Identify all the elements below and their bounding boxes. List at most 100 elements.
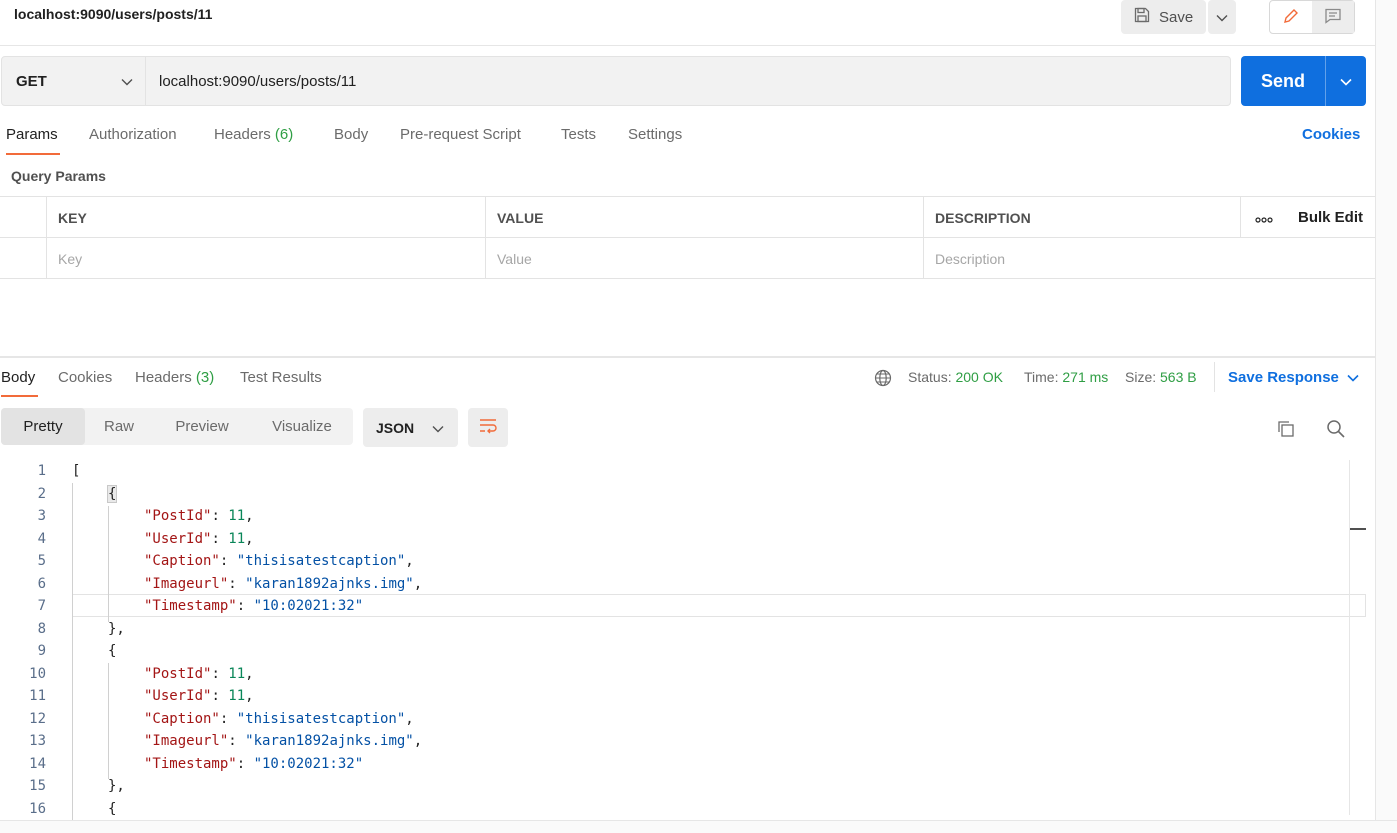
code-token: : [228, 733, 246, 750]
tab-settings[interactable]: Settings [628, 126, 682, 143]
time-indicator[interactable]: Time: 271 ms [1024, 369, 1108, 385]
tab-body[interactable]: Body [334, 126, 368, 143]
time-label: Time: [1024, 369, 1059, 385]
view-raw[interactable]: Raw [85, 408, 153, 445]
bulk-edit-button[interactable]: Bulk Edit [1287, 197, 1375, 238]
code-token: , [405, 553, 414, 570]
search-icon[interactable] [1326, 419, 1346, 442]
send-options-button[interactable] [1326, 56, 1366, 106]
floppy-disk-icon [1133, 6, 1151, 28]
code-token: [ [72, 463, 81, 480]
line-number: 6 [37, 575, 46, 592]
save-options-button[interactable] [1208, 0, 1236, 34]
code-token: : [211, 508, 229, 525]
response-tab-headers-label: Headers [135, 369, 192, 386]
editor-scrollbar[interactable] [1349, 460, 1366, 815]
response-tab-cookies[interactable]: Cookies [58, 369, 112, 386]
description-input[interactable]: Description [923, 238, 1375, 279]
code-token: : [219, 710, 237, 727]
column-value: VALUE [485, 197, 923, 238]
code-token: { [106, 484, 118, 503]
status-bar [0, 820, 1397, 833]
code-token: : [228, 575, 246, 592]
tab-authorization[interactable]: Authorization [89, 126, 177, 143]
json-value: 11 [228, 508, 246, 525]
code-token: , [245, 665, 254, 682]
url-input[interactable]: localhost:9090/users/posts/11 [146, 56, 1231, 106]
method-value: GET [16, 72, 47, 90]
value-input[interactable]: Value [485, 238, 923, 279]
code-token: , [413, 575, 423, 592]
code-token: : [236, 598, 254, 615]
right-sidebar-edge [1375, 0, 1397, 833]
json-value: "thisisatestcaption" [236, 553, 406, 570]
chevron-down-icon [1340, 73, 1352, 89]
response-resize-handle[interactable] [0, 356, 1375, 358]
tab-tests[interactable]: Tests [561, 126, 596, 143]
comment-mode-button[interactable] [1312, 1, 1354, 33]
line-number: 12 [29, 710, 46, 727]
chevron-down-icon [1216, 9, 1228, 25]
request-title[interactable]: localhost:9090/users/posts/11 [14, 6, 212, 22]
globe-icon[interactable] [874, 369, 892, 390]
chevron-down-icon [432, 420, 444, 436]
view-pretty[interactable]: Pretty [1, 408, 85, 445]
response-tab-headers[interactable]: Headers (3) [135, 369, 214, 386]
line-number: 8 [37, 620, 46, 637]
active-tab-indicator [6, 153, 60, 155]
tab-headers[interactable]: Headers (6) [214, 126, 293, 143]
line-number: 3 [37, 508, 46, 525]
json-value: 11 [228, 665, 246, 682]
edit-mode-button[interactable] [1270, 1, 1312, 33]
response-body-editor[interactable]: 1 [ 2 { 3 "PostId": 11, 4 "UserId": 11, … [0, 460, 1366, 820]
code-token: }, [108, 778, 125, 795]
view-preview[interactable]: Preview [153, 408, 251, 445]
json-key: "PostId" [144, 508, 212, 525]
save-label: Save [1159, 8, 1194, 26]
copy-icon[interactable] [1276, 419, 1296, 442]
wrap-lines-button[interactable] [468, 408, 508, 447]
header-divider [0, 45, 1375, 46]
send-button[interactable]: Send [1241, 56, 1366, 106]
tab-prerequest-script[interactable]: Pre-request Script [400, 126, 521, 143]
method-select[interactable]: GET [1, 56, 146, 106]
json-key: "PostId" [144, 665, 212, 682]
scrollbar-thumb[interactable] [1350, 528, 1366, 530]
line-number: 14 [29, 755, 46, 772]
more-options-button[interactable] [1240, 197, 1287, 238]
json-value: "thisisatestcaption" [236, 710, 406, 727]
format-select[interactable]: JSON [363, 408, 458, 447]
response-tab-test-results[interactable]: Test Results [240, 369, 322, 386]
line-number: 15 [29, 778, 46, 795]
json-key: "UserId" [144, 530, 212, 547]
code-token: : [211, 688, 229, 705]
code-token: : [211, 530, 229, 547]
key-input[interactable]: Key [46, 238, 485, 279]
time-value: 271 ms [1062, 369, 1109, 385]
json-key: "Caption" [144, 710, 220, 727]
save-button[interactable]: Save [1121, 0, 1206, 34]
chevron-down-icon [1347, 369, 1359, 386]
json-key: "Imageurl" [144, 575, 229, 592]
save-response-label: Save Response [1228, 369, 1339, 386]
save-response-button[interactable]: Save Response [1228, 369, 1359, 386]
line-number: 5 [37, 553, 46, 570]
code-token: , [245, 688, 254, 705]
tab-params[interactable]: Params [6, 126, 58, 143]
line-number: 10 [29, 665, 46, 682]
query-params-title: Query Params [11, 168, 106, 184]
code-token: }, [108, 620, 125, 637]
json-key: "Timestamp" [144, 755, 237, 772]
json-key: "UserId" [144, 688, 212, 705]
line-number: 13 [29, 733, 46, 750]
code-token: { [108, 643, 117, 660]
response-tab-body[interactable]: Body [1, 369, 35, 386]
view-visualize[interactable]: Visualize [251, 408, 353, 445]
line-number: 11 [29, 688, 46, 705]
json-value: "10:02021:32" [253, 598, 364, 615]
cookies-link[interactable]: Cookies [1302, 126, 1360, 143]
send-label: Send [1260, 70, 1305, 91]
size-indicator[interactable]: Size: 563 B [1125, 369, 1197, 385]
json-value: 11 [228, 688, 246, 705]
status-indicator[interactable]: Status: 200 OK [908, 369, 1003, 385]
